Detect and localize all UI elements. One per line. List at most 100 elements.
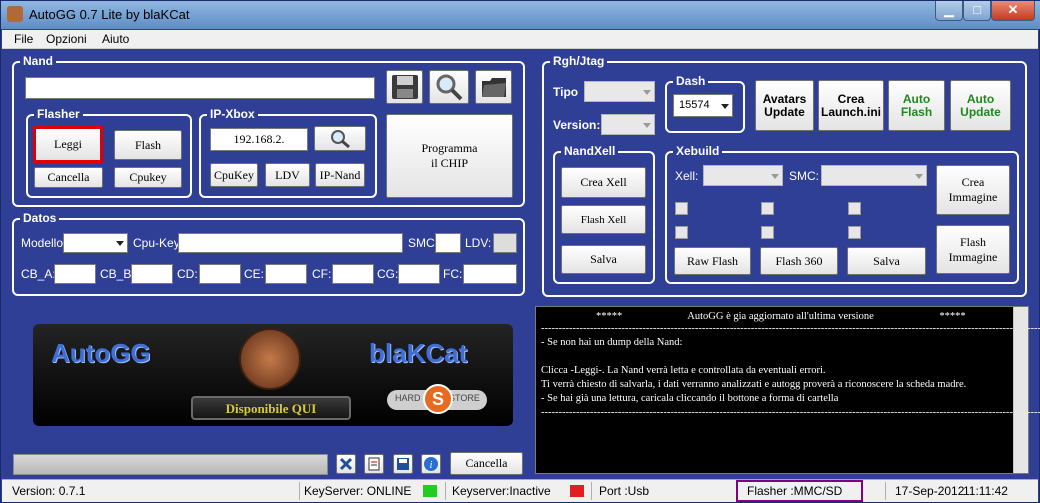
dash-value: 15574: [679, 99, 710, 111]
version-select[interactable]: [601, 114, 655, 135]
xell-label: Xell:: [675, 169, 699, 183]
xebuild-smc-label: SMC:: [789, 169, 819, 183]
version-label: Version:: [553, 118, 601, 132]
dash-select[interactable]: 15574: [673, 94, 733, 117]
datos-group: Datos: [12, 211, 525, 296]
title-bar: AutoGG 0.7 Lite by blaKCat ▁ □ ✕: [1, 1, 1040, 29]
option-checkbox-5[interactable]: [761, 226, 774, 239]
crea-immagine-button[interactable]: Crea Immagine: [936, 165, 1010, 215]
cancella-button[interactable]: Cancella: [34, 167, 103, 188]
banner-title-right: blaKCat: [369, 338, 468, 368]
log-scrollbar[interactable]: [1013, 307, 1028, 473]
crea-xell-button[interactable]: Crea Xell: [561, 167, 646, 198]
ce-field[interactable]: [265, 264, 307, 284]
option-checkbox-6[interactable]: [848, 226, 861, 239]
bottom-cancella-button[interactable]: Cancella: [450, 452, 523, 475]
document-button[interactable]: [364, 454, 384, 474]
raw-flash-button[interactable]: Raw Flash: [674, 247, 751, 275]
auto-update-button[interactable]: Auto Update: [950, 80, 1011, 131]
open-folder-button[interactable]: [475, 70, 512, 104]
rgh-jtag-group-title: Rgh/Jtag: [550, 54, 608, 68]
modello-select[interactable]: [63, 233, 128, 253]
option-checkbox-4[interactable]: [675, 226, 688, 239]
save-button[interactable]: [386, 70, 423, 104]
log-line: ***** AutoGG è gia aggiornato all'ultima…: [596, 311, 966, 322]
xell-select[interactable]: [703, 165, 783, 186]
modello-label: Modello:: [21, 236, 67, 250]
avatar: [239, 328, 301, 390]
crea-launch-button[interactable]: Crea Launch.ini: [818, 80, 884, 131]
option-checkbox-2[interactable]: [761, 202, 774, 215]
flash-xell-button[interactable]: Flash Xell: [561, 205, 646, 234]
cg-field[interactable]: [398, 264, 440, 284]
svg-text:i: i: [430, 460, 433, 471]
programma-label: Programma: [421, 141, 478, 155]
banner-subtitle-box: Disponibile QUI: [191, 396, 351, 420]
tipo-label: Tipo: [553, 85, 579, 99]
app-window: AutoGG 0.7 Lite by blaKCat ▁ □ ✕ File Op…: [0, 0, 1040, 503]
cf-field[interactable]: [332, 264, 374, 284]
cpukey-field[interactable]: [178, 233, 403, 253]
save-icon: [391, 75, 418, 99]
leggi-button[interactable]: Leggi: [33, 126, 103, 163]
keyserver-online-indicator: [423, 485, 437, 497]
option-checkbox-3[interactable]: [848, 202, 861, 215]
info-button[interactable]: i: [421, 454, 441, 474]
maximize-button[interactable]: □: [963, 1, 991, 21]
status-separator: [591, 482, 592, 500]
flash-360-button[interactable]: Flash 360: [760, 247, 838, 275]
cb-a-label: CB_A:: [21, 267, 56, 281]
flash-button[interactable]: Flash: [114, 130, 182, 160]
ip-input[interactable]: 192.168.2.: [210, 128, 308, 151]
auto-flash-button[interactable]: Auto Flash: [888, 80, 945, 131]
avatars-update-button[interactable]: Avatars Update: [755, 80, 814, 131]
autogg-banner[interactable]: AutoGG blaKCat Disponibile QUI HARD STOR…: [33, 324, 513, 426]
cpukey-read-button[interactable]: Cpukey: [114, 167, 182, 188]
nand-path-input[interactable]: [25, 77, 375, 99]
cpukey-label: Cpu-Key:: [133, 236, 184, 250]
option-checkbox-1[interactable]: [675, 202, 688, 215]
ip-nand-button[interactable]: IP-Nand: [315, 163, 365, 187]
banner-title-left: AutoGG: [51, 338, 151, 368]
fc-field[interactable]: [463, 264, 517, 284]
search-button[interactable]: [429, 70, 469, 104]
hardstore-bottom: STORE: [449, 393, 480, 403]
minimize-button[interactable]: ▁: [935, 1, 963, 21]
crea-label: Crea: [837, 91, 865, 106]
tipo-select[interactable]: [584, 81, 655, 102]
search-icon: [436, 74, 463, 101]
time-status: 11:11:42: [963, 484, 1008, 498]
xebuild-smc-select[interactable]: [821, 165, 927, 186]
menu-file[interactable]: File: [14, 32, 33, 46]
smc-field[interactable]: [435, 233, 461, 253]
nandxell-salva-button[interactable]: Salva: [561, 245, 646, 274]
cg-label: CG:: [377, 267, 399, 281]
save-log-button[interactable]: [393, 454, 413, 474]
log-line: ----------------------------------------…: [541, 407, 1040, 418]
status-separator: [299, 482, 300, 500]
launch-ini-label: Launch.ini: [821, 104, 881, 119]
cb-b-field[interactable]: [131, 264, 173, 284]
cpukey-ip-button[interactable]: CpuKey: [210, 163, 258, 187]
flash-immagine-button[interactable]: Flash Immagine: [936, 225, 1010, 274]
version-status: Version: 0.7.1: [12, 484, 86, 498]
close-button[interactable]: ✕: [991, 1, 1035, 21]
menu-aiuto[interactable]: Aiuto: [102, 32, 129, 46]
cb-a-field[interactable]: [54, 264, 96, 284]
log-panel[interactable]: ***** AutoGG è gia aggiornato all'ultima…: [535, 306, 1040, 474]
ldv-button[interactable]: LDV: [265, 163, 310, 187]
ip-search-button[interactable]: [314, 126, 366, 151]
programma-chip-button[interactable]: Programma il CHIP: [386, 114, 513, 198]
cb-b-label: CB_B:: [100, 267, 135, 281]
floppy-icon: [397, 458, 409, 470]
ldv-field[interactable]: [493, 233, 517, 253]
cd-field[interactable]: [199, 264, 241, 284]
info-icon: i: [424, 457, 438, 471]
tools-button[interactable]: [336, 454, 356, 474]
ldv-label: LDV:: [465, 236, 492, 250]
menu-opzioni[interactable]: Opzioni: [46, 32, 87, 46]
xebuild-salva-button[interactable]: Salva: [847, 247, 926, 275]
status-separator: [445, 482, 446, 500]
nand-group-title: Nand: [20, 54, 56, 68]
crea-label: Crea: [961, 175, 985, 189]
